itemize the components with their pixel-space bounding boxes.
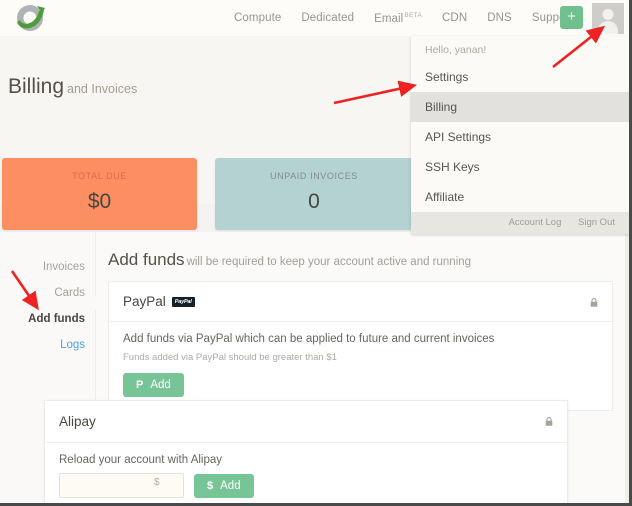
dropdown-item-billing[interactable]: Billing xyxy=(411,92,629,122)
dropdown-item-api-settings[interactable]: API Settings xyxy=(411,122,629,152)
add-new-button[interactable]: + xyxy=(560,6,583,29)
alipay-panel-header: Alipay xyxy=(45,401,567,443)
lock-icon xyxy=(544,413,554,422)
total-due-value: $0 xyxy=(2,190,197,214)
nav-link-email-label: Email xyxy=(374,12,403,24)
dropdown-footer: Account Log Sign Out xyxy=(411,212,629,234)
lock-icon xyxy=(589,294,599,303)
paypal-panel-body: Add funds via PayPal which can be applie… xyxy=(109,322,612,410)
alipay-add-button[interactable]: $ Add xyxy=(194,474,254,498)
page-title-sub: and Invoices xyxy=(67,82,137,96)
dropdown-item-affiliate-label: Affiliate xyxy=(425,190,464,204)
paypal-note: Funds added via PayPal should be greater… xyxy=(123,352,598,363)
alipay-amount-input[interactable] xyxy=(59,473,184,498)
paypal-heading: PayPal xyxy=(123,294,166,309)
sign-out-link[interactable]: Sign Out xyxy=(578,217,615,228)
nav-link-cdn-label: CDN xyxy=(442,12,467,24)
nav-link-email[interactable]: EmailBETA xyxy=(374,12,422,25)
top-navigation-bar: Compute Dedicated EmailBETA CDN DNS Supp… xyxy=(0,0,629,36)
paypal-logo-badge: PayPal xyxy=(172,297,195,307)
dollar-icon: $ xyxy=(207,480,213,492)
page-title-main: Billing xyxy=(8,75,64,98)
dropdown-greeting: Hello, yanan! xyxy=(411,36,629,62)
dropdown-item-api-settings-label: API Settings xyxy=(425,130,491,144)
sidebar-item-logs-label: Logs xyxy=(60,339,85,351)
paypal-add-button[interactable]: P Add xyxy=(123,373,184,397)
alipay-heading: Alipay xyxy=(59,414,96,429)
dropdown-item-ssh-keys-label: SSH Keys xyxy=(425,160,480,174)
paypal-add-button-label: Add xyxy=(150,379,170,391)
paypal-panel-header: PayPal PayPal xyxy=(109,282,612,322)
dropdown-item-settings-label: Settings xyxy=(425,70,468,84)
nav-link-dedicated[interactable]: Dedicated xyxy=(301,12,354,24)
alipay-panel-body: Reload your account with Alipay $ Add xyxy=(45,443,567,506)
section-title-main: Add funds xyxy=(108,250,185,269)
nav-link-dedicated-label: Dedicated xyxy=(301,12,354,24)
section-title-sub: will be required to keep your account ac… xyxy=(187,256,471,268)
total-due-caption: TOTAL DUE xyxy=(2,171,197,181)
nav-link-dns-label: DNS xyxy=(487,12,512,24)
alipay-description: Reload your account with Alipay xyxy=(59,454,553,466)
alipay-amount-row: $ Add xyxy=(59,473,553,498)
plus-icon: + xyxy=(567,8,576,25)
sidebar-item-cards[interactable]: Cards xyxy=(0,280,95,306)
nav-link-dns[interactable]: DNS xyxy=(487,12,512,24)
nav-link-compute[interactable]: Compute xyxy=(234,12,281,24)
total-due-card: TOTAL DUE $0 xyxy=(2,158,197,230)
avatar-head-icon xyxy=(603,9,614,20)
paypal-panel: PayPal PayPal Add funds via PayPal which … xyxy=(108,281,613,411)
paypal-p-icon: P xyxy=(136,379,143,391)
section-title: Add fundswill be required to keep your a… xyxy=(108,250,613,270)
page-title: Billingand Invoices xyxy=(8,75,137,99)
browser-viewport: Compute Dedicated EmailBETA CDN DNS Supp… xyxy=(0,0,632,506)
sidebar-item-add-funds[interactable]: Add funds xyxy=(0,306,95,332)
sidebar-item-invoices[interactable]: Invoices xyxy=(0,254,95,280)
account-log-link[interactable]: Account Log xyxy=(509,217,562,228)
paypal-description: Add funds via PayPal which can be applie… xyxy=(123,333,598,345)
dropdown-item-ssh-keys[interactable]: SSH Keys xyxy=(411,152,629,182)
alipay-currency-suffix: $ xyxy=(154,477,160,488)
alipay-panel: Alipay Reload your account with Alipay $… xyxy=(44,400,568,506)
vultr-logo[interactable] xyxy=(6,2,54,34)
dropdown-item-billing-label: Billing xyxy=(425,100,457,114)
nav-links: Compute Dedicated EmailBETA CDN DNS Supp… xyxy=(234,0,573,36)
sidebar-item-cards-label: Cards xyxy=(54,287,85,299)
dropdown-item-affiliate[interactable]: Affiliate xyxy=(411,182,629,212)
dropdown-caret-icon xyxy=(592,29,608,36)
unpaid-invoices-caption: UNPAID INVOICES xyxy=(215,171,413,181)
unpaid-invoices-card: UNPAID INVOICES 0 xyxy=(215,158,413,230)
beta-badge: BETA xyxy=(404,12,422,19)
nav-link-cdn[interactable]: CDN xyxy=(442,12,467,24)
alipay-add-button-label: Add xyxy=(220,480,240,492)
unpaid-invoices-value: 0 xyxy=(215,190,413,214)
nav-link-compute-label: Compute xyxy=(234,12,281,24)
sidebar-item-add-funds-label: Add funds xyxy=(28,313,85,325)
sidebar-item-logs[interactable]: Logs xyxy=(0,332,95,358)
sidebar-item-invoices-label: Invoices xyxy=(43,261,85,273)
account-dropdown-menu: Hello, yanan! Settings Billing API Setti… xyxy=(411,36,629,234)
dropdown-item-settings[interactable]: Settings xyxy=(411,62,629,92)
